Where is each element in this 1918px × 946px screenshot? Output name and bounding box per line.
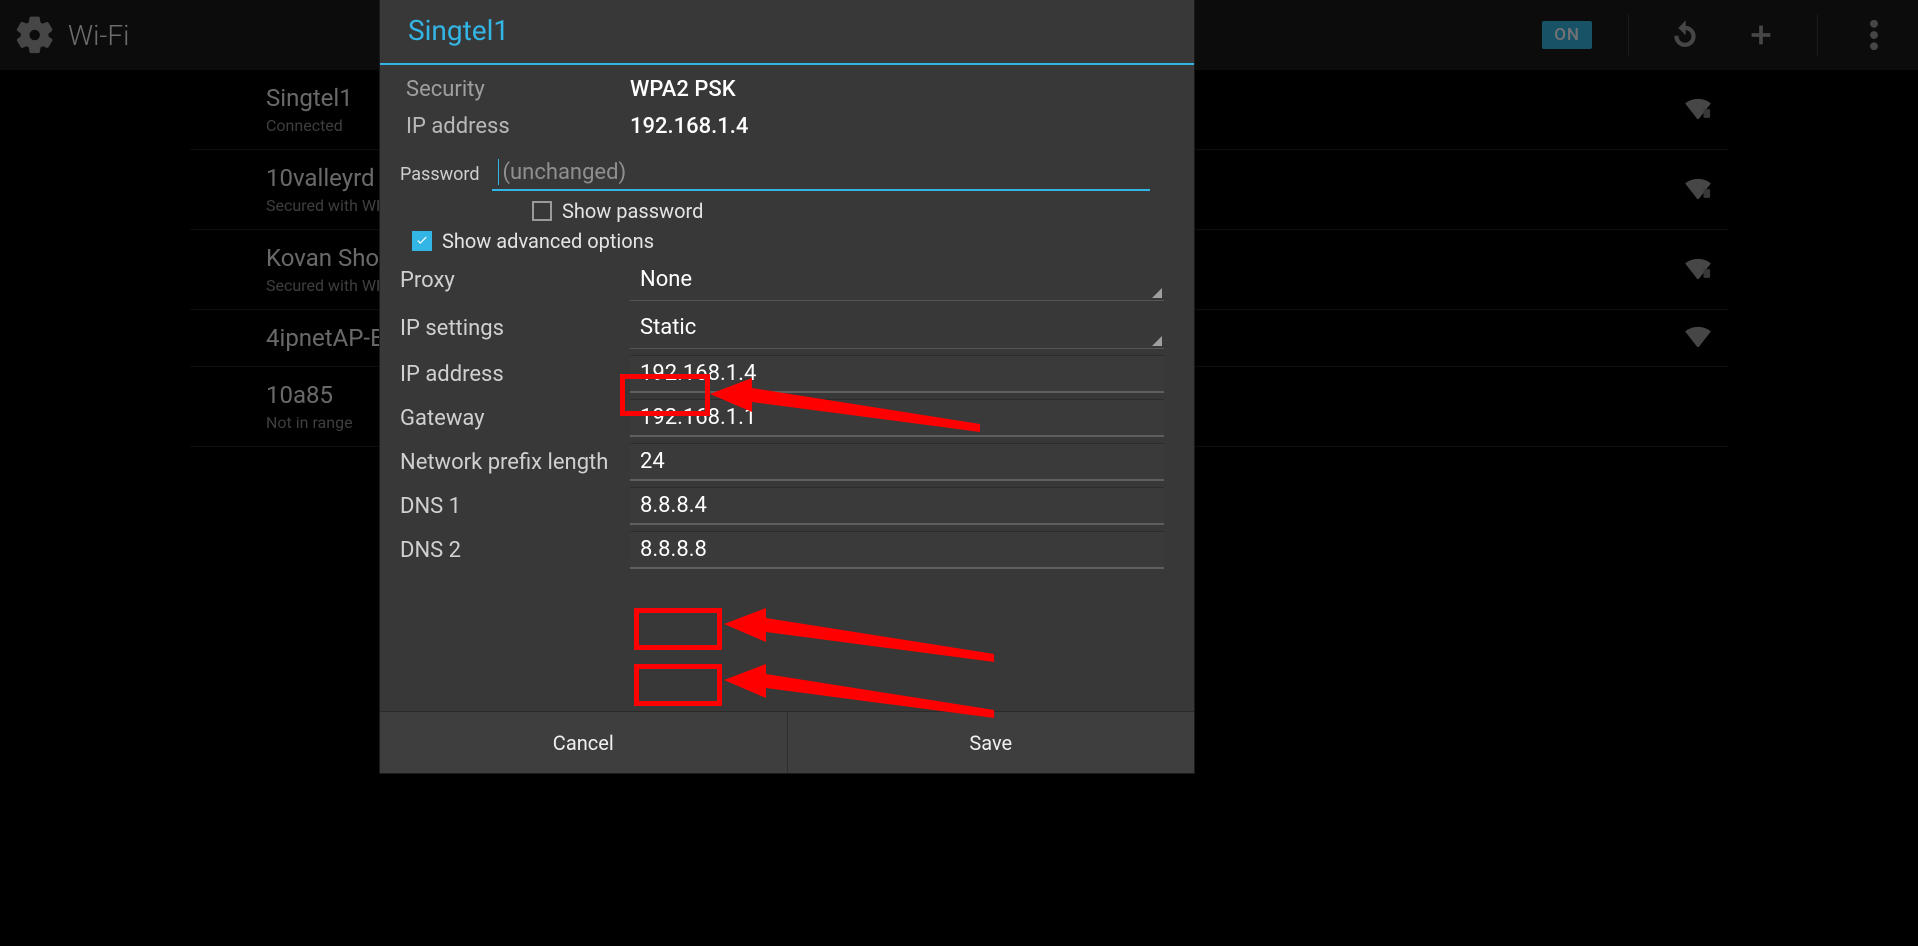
show-password-row[interactable]: Show password — [532, 199, 1184, 223]
page-title: Wi-Fi — [68, 19, 129, 52]
refresh-icon[interactable] — [1665, 15, 1705, 55]
wifi-name: 4ipnetAP-B — [266, 324, 385, 352]
wifi-status: Not in range — [266, 413, 353, 432]
show-password-label: Show password — [562, 199, 703, 223]
dialog-buttons: Cancel Save — [380, 711, 1194, 773]
wifi-status: Connected — [266, 116, 353, 135]
ipaddress-info-value: 192.168.1.4 — [630, 114, 748, 139]
chevron-down-icon — [1152, 336, 1162, 346]
wifi-name: Singtel1 — [266, 84, 353, 112]
proxy-dropdown[interactable]: None — [630, 259, 1164, 301]
proxy-value: None — [640, 267, 692, 292]
dialog-header: Singtel1 — [380, 0, 1194, 63]
show-advanced-label: Show advanced options — [442, 229, 654, 253]
ipsettings-value: Static — [640, 315, 696, 340]
dns1-label: DNS 1 — [400, 494, 630, 519]
divider — [1628, 14, 1629, 56]
save-button[interactable]: Save — [788, 712, 1195, 773]
divider — [1817, 14, 1818, 56]
wifi-signal-icon — [1684, 257, 1712, 283]
security-value: WPA2 PSK — [630, 77, 736, 102]
wifi-signal-icon — [1684, 97, 1712, 123]
wifi-name: 10a85 — [266, 381, 353, 409]
cancel-button[interactable]: Cancel — [380, 712, 788, 773]
dns2-label: DNS 2 — [400, 538, 630, 563]
ipaddress-info-label: IP address — [406, 114, 620, 139]
prefix-label: Network prefix length — [400, 450, 630, 475]
gateway-label: Gateway — [400, 406, 630, 431]
wifi-signal-icon — [1684, 325, 1712, 351]
password-placeholder: (unchanged) — [503, 160, 627, 185]
ipaddress-input[interactable]: 192.168.1.4 — [630, 355, 1164, 393]
proxy-label: Proxy — [400, 268, 630, 293]
wifi-toggle[interactable]: ON — [1542, 21, 1592, 49]
password-label: Password — [400, 164, 480, 191]
ipsettings-label: IP settings — [400, 316, 630, 341]
chevron-down-icon — [1152, 288, 1162, 298]
password-input[interactable]: (unchanged) — [492, 155, 1150, 191]
add-network-icon[interactable] — [1741, 15, 1781, 55]
prefix-input[interactable]: 24 — [630, 443, 1164, 481]
dialog-title: Singtel1 — [408, 14, 1166, 47]
wifi-signal-icon — [1684, 177, 1712, 203]
settings-gear-icon[interactable] — [14, 14, 56, 56]
show-advanced-checkbox[interactable] — [412, 231, 432, 251]
wifi-config-dialog: Singtel1 Security WPA2 PSK IP address 19… — [380, 0, 1194, 773]
security-label: Security — [406, 77, 620, 102]
dns1-input[interactable]: 8.8.8.4 — [630, 487, 1164, 525]
show-advanced-row[interactable]: Show advanced options — [412, 229, 1184, 253]
gateway-input[interactable]: 192.168.1.1 — [630, 399, 1164, 437]
show-password-checkbox[interactable] — [532, 201, 552, 221]
ipaddress-label: IP address — [400, 362, 630, 387]
dialog-body: Security WPA2 PSK IP address 192.168.1.4… — [380, 65, 1194, 711]
ipsettings-dropdown[interactable]: Static — [630, 307, 1164, 349]
overflow-menu-icon[interactable] — [1854, 15, 1894, 55]
dns2-input[interactable]: 8.8.8.8 — [630, 531, 1164, 569]
